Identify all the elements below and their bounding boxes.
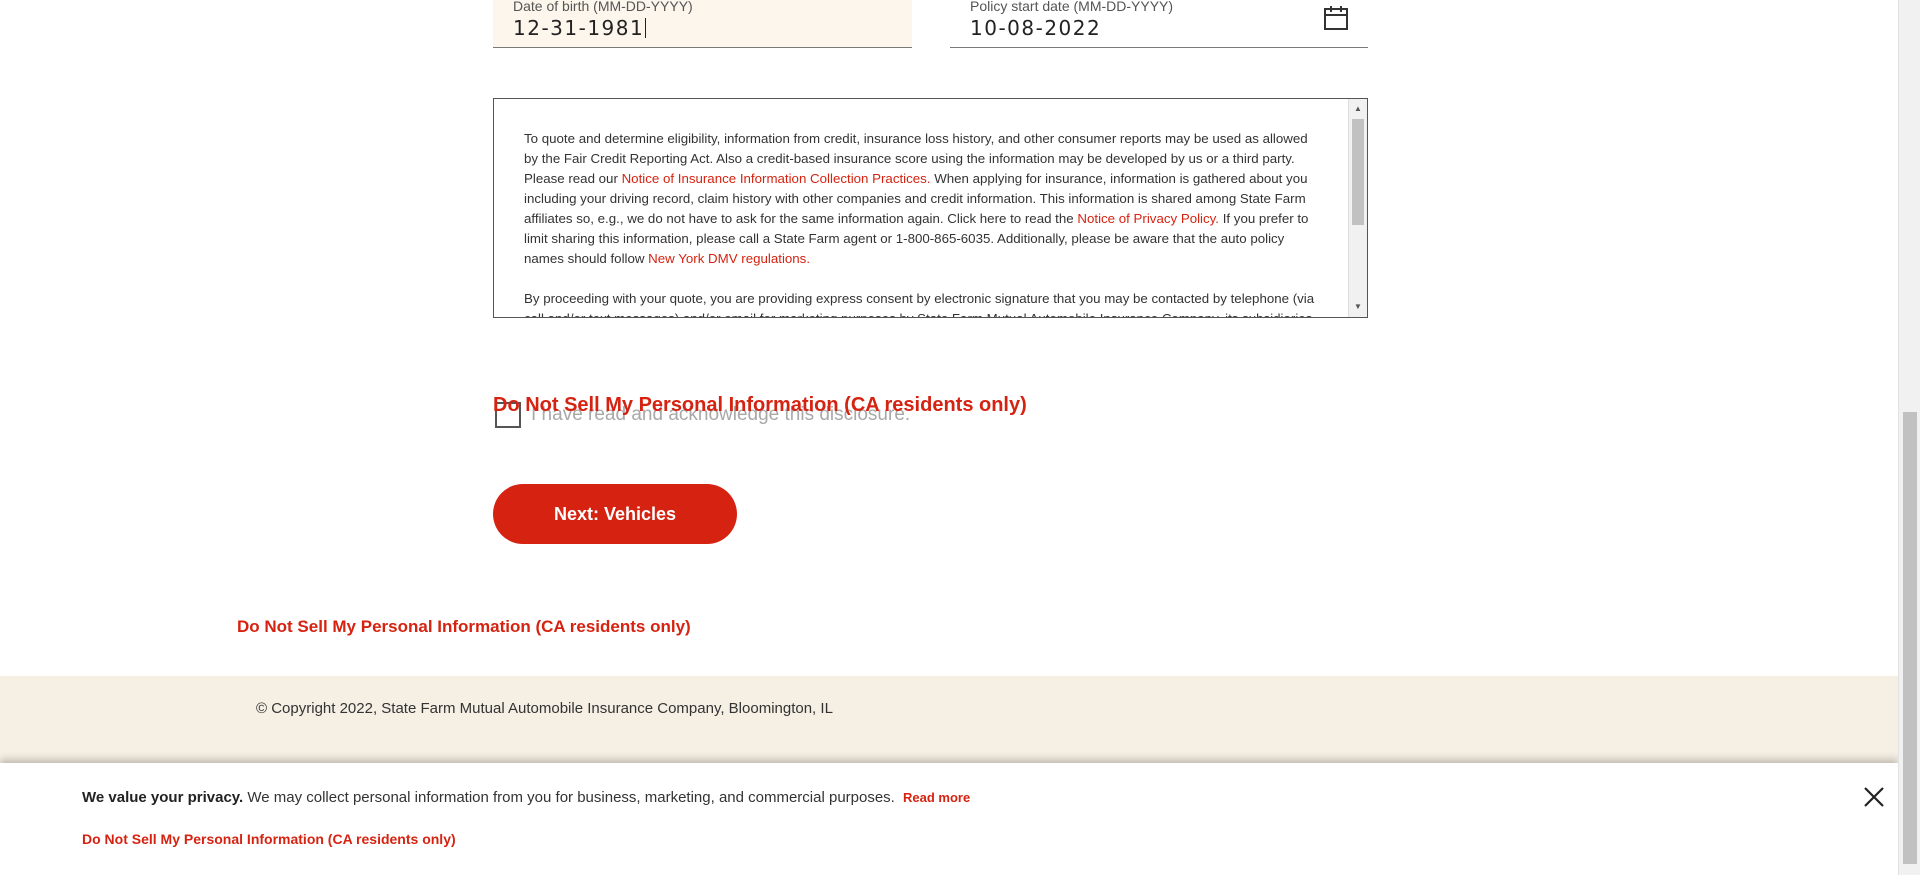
privacy-text: We may collect personal information from… xyxy=(243,789,895,806)
calendar-icon[interactable] xyxy=(1322,4,1350,32)
scroll-up-icon[interactable]: ▲ xyxy=(1349,101,1367,117)
policy-start-field[interactable]: Policy start date (MM-DD-YYYY) 10-08-202… xyxy=(950,0,1368,48)
disclosure-box[interactable]: To quote and determine eligibility, info… xyxy=(493,98,1368,318)
scroll-down-icon[interactable]: ▼ xyxy=(1349,299,1367,315)
dob-label: Date of birth (MM-DD-YYYY) xyxy=(513,0,693,14)
footer: © Copyright 2022, State Farm Mutual Auto… xyxy=(0,676,1898,766)
privacy-policy-link[interactable]: Notice of Privacy Policy. xyxy=(1077,211,1219,226)
dob-value[interactable]: 12-31-1981 xyxy=(513,16,646,40)
do-not-sell-link-overlap[interactable]: Do Not Sell My Personal Information (CA … xyxy=(493,394,1027,417)
privacy-lead: We value your privacy. xyxy=(82,789,244,806)
scroll-thumb[interactable] xyxy=(1352,119,1364,225)
disclosure-text: To quote and determine eligibility, info… xyxy=(524,129,1321,317)
next-vehicles-button[interactable]: Next: Vehicles xyxy=(493,484,737,544)
copyright-text: © Copyright 2022, State Farm Mutual Auto… xyxy=(256,700,833,717)
dob-field[interactable]: Date of birth (MM-DD-YYYY) 12-31-1981 xyxy=(493,0,912,48)
banner-do-not-sell-link[interactable]: Do Not Sell My Personal Information (CA … xyxy=(82,831,456,847)
policy-start-label: Policy start date (MM-DD-YYYY) xyxy=(970,0,1174,14)
disclosure-paragraph-1: To quote and determine eligibility, info… xyxy=(524,129,1321,269)
disclosure-paragraph-2: By proceeding with your quote, you are p… xyxy=(524,291,1315,317)
policy-start-value[interactable]: 10-08-2022 xyxy=(970,16,1101,40)
page-scroll-thumb[interactable] xyxy=(1903,412,1917,864)
do-not-sell-link[interactable]: Do Not Sell My Personal Information (CA … xyxy=(237,617,691,637)
collection-practices-link[interactable]: Notice of Insurance Information Collecti… xyxy=(622,171,931,186)
read-more-link[interactable]: Read more xyxy=(903,790,970,805)
disclosure-scrollbar[interactable]: ▲ ▼ xyxy=(1348,99,1367,317)
close-icon[interactable] xyxy=(1862,785,1886,809)
page: Date of birth (MM-DD-YYYY) 12-31-1981 Po… xyxy=(0,0,1898,875)
page-scrollbar[interactable] xyxy=(1898,0,1920,875)
privacy-message: We value your privacy. We may collect pe… xyxy=(82,789,970,806)
privacy-banner: We value your privacy. We may collect pe… xyxy=(0,763,1898,875)
dmv-regulations-link[interactable]: New York DMV regulations. xyxy=(648,251,810,266)
